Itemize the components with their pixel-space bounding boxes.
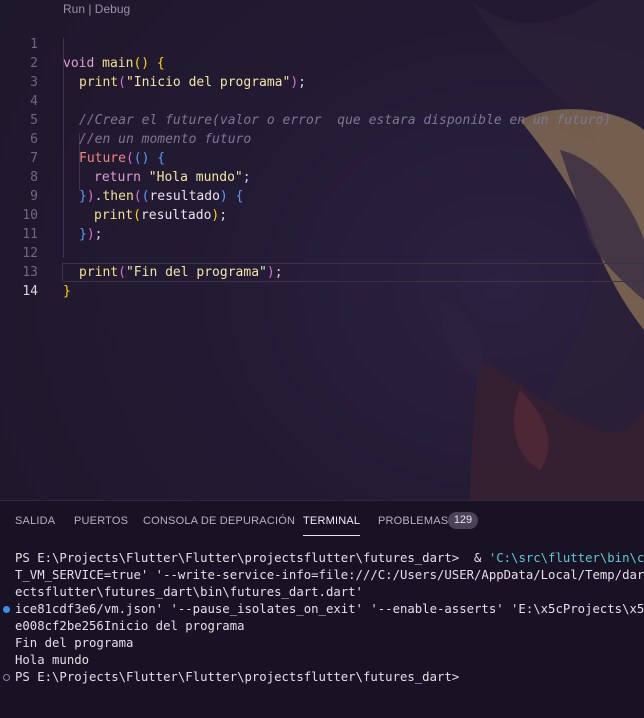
code-line[interactable]: 12 print("Fin del programa"); xyxy=(0,225,644,280)
problems-count-badge: 129 xyxy=(448,512,478,529)
code-line[interactable]: 7 return "Hola mundo"; xyxy=(0,130,644,185)
code-line[interactable]: 5 //en un momento futuro xyxy=(0,92,644,147)
terminal-line: Hola mundo xyxy=(15,653,90,667)
tab-debug-console[interactable]: CONSOLA DE DEPURACIÓN xyxy=(143,515,295,527)
code-line[interactable]: 2 print("Inicio del programa"); xyxy=(0,35,644,90)
terminal-line: ectsflutter\futures_dart\bin\futures_dar… xyxy=(15,585,363,599)
command-success-dot[interactable] xyxy=(3,606,10,613)
terminal-line: T_VM_SERVICE=true' '--write-service-info… xyxy=(15,568,644,582)
terminal-line: PS E:\Projects\Flutter\Flutter\projectsf… xyxy=(15,551,644,565)
terminal-line: Fin del programa xyxy=(15,636,134,650)
code-line[interactable]: 13 } xyxy=(0,244,644,299)
tab-output[interactable]: SALIDA xyxy=(15,515,55,527)
code-line[interactable]: 14 xyxy=(0,263,644,299)
code-line[interactable]: 11 xyxy=(0,206,644,242)
command-pending-dot[interactable] xyxy=(3,674,10,681)
code-line[interactable]: 3 xyxy=(0,54,644,90)
code-line[interactable]: 8 }).then((resultado) { xyxy=(0,149,644,204)
code-line[interactable]: 9 print(resultado); xyxy=(0,168,644,223)
code-line[interactable]: 6 Future(() { xyxy=(0,111,644,166)
terminal-line: ice81cdf3e6/vm.json' '--pause_isolates_o… xyxy=(15,602,644,616)
tab-problems[interactable]: PROBLEMAS xyxy=(378,515,448,527)
tab-ports[interactable]: PUERTOS xyxy=(74,515,128,527)
codelens-run-debug[interactable]: Run | Debug xyxy=(63,2,130,16)
code-line[interactable]: 4 //Crear el future(valor o error que es… xyxy=(0,73,644,128)
tab-terminal[interactable]: TERMINAL xyxy=(303,515,361,536)
terminal-line: e008cf2be256Inicio del programa xyxy=(15,619,245,633)
bottom-panel: SALIDA PUERTOS CONSOLA DE DEPURACIÓN TER… xyxy=(0,500,644,718)
closing-brace: } xyxy=(63,284,71,299)
terminal-prompt: PS E:\Projects\Flutter\Flutter\projectsf… xyxy=(15,670,460,684)
line-number: 14 xyxy=(22,284,38,299)
code-line[interactable]: 10 }); xyxy=(0,187,644,242)
panel-tabs: SALIDA PUERTOS CONSOLA DE DEPURACIÓN TER… xyxy=(0,501,644,541)
code-line[interactable]: 1 void main() { xyxy=(0,16,644,71)
code-editor[interactable]: Run | Debug 1 void main() { 2 print("Ini… xyxy=(0,0,644,500)
